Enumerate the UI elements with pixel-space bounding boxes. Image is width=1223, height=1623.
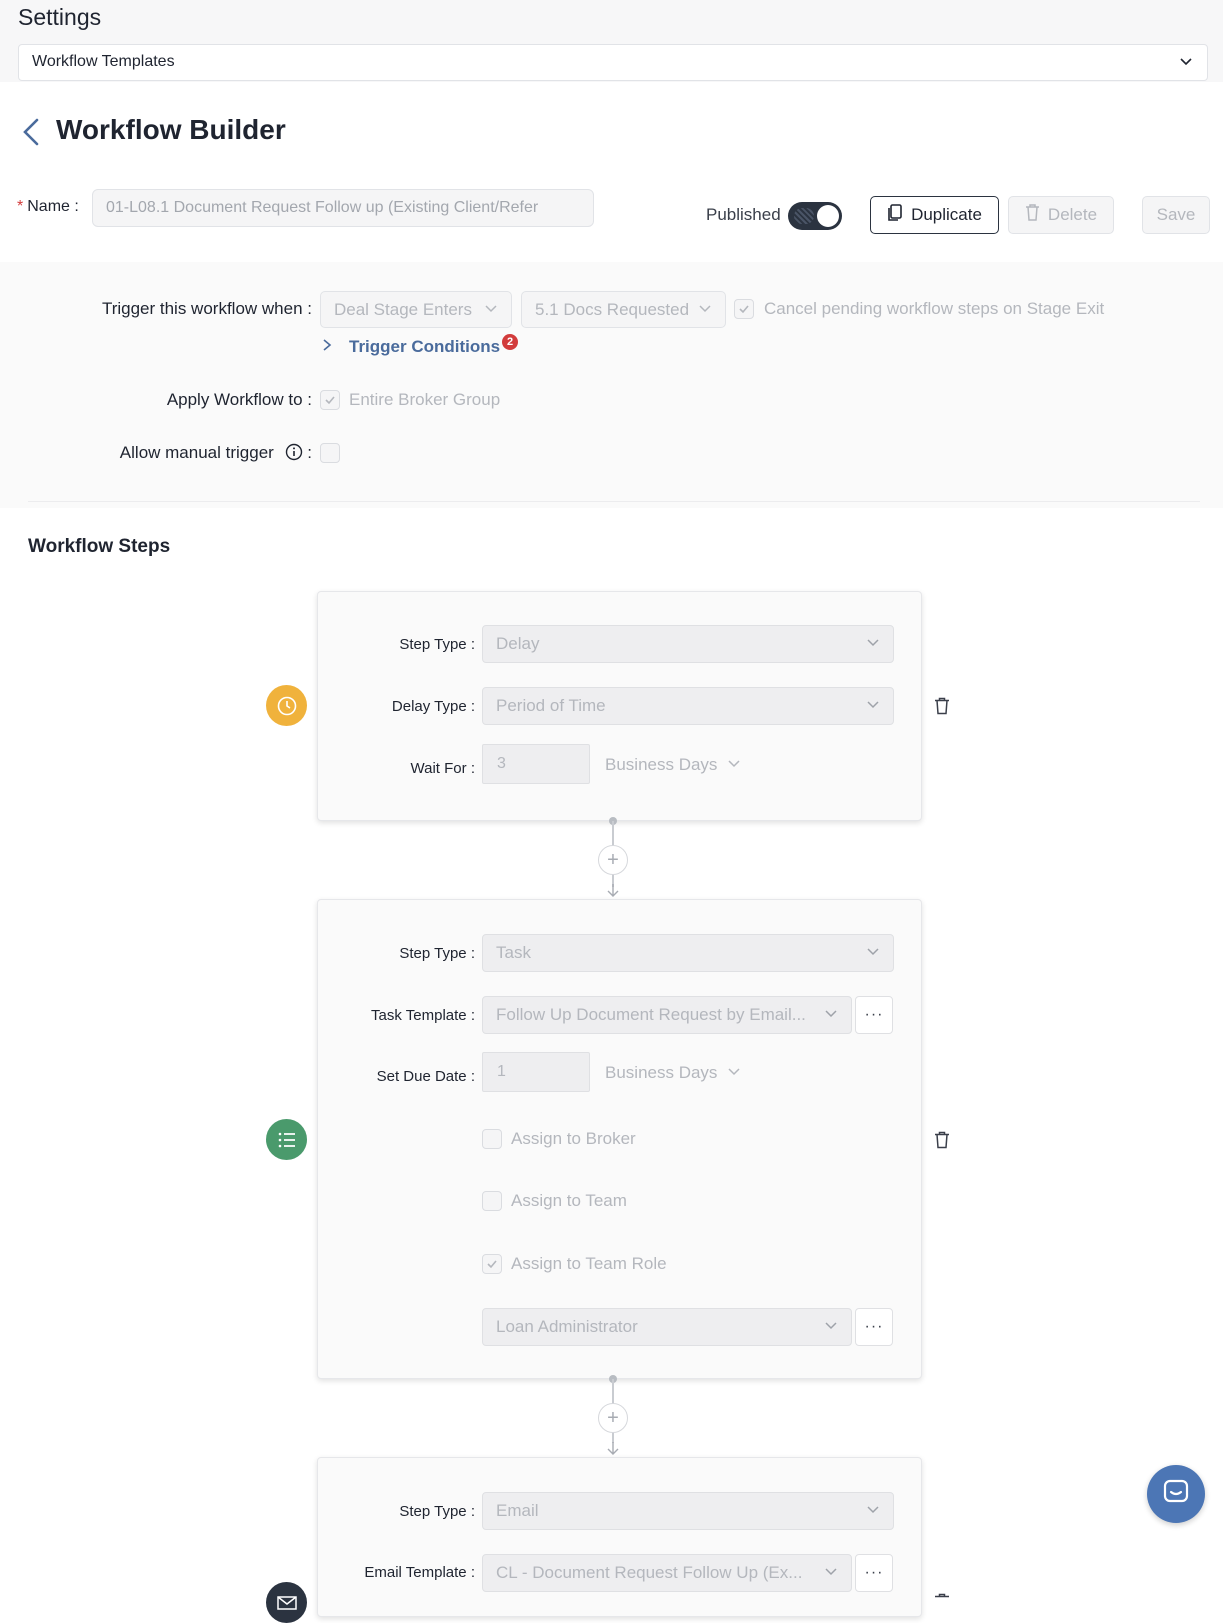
chevron-down-icon bbox=[866, 696, 880, 716]
wait-for-input[interactable]: 3 bbox=[482, 744, 590, 784]
chevron-down-icon bbox=[727, 1063, 741, 1083]
add-step-button[interactable]: + bbox=[598, 1403, 628, 1433]
trash-icon[interactable] bbox=[934, 697, 950, 720]
save-button[interactable]: Save bbox=[1142, 196, 1210, 234]
task-template-select[interactable]: Follow Up Document Request by Email... bbox=[482, 996, 852, 1034]
assign-broker-label: Assign to Broker bbox=[511, 1129, 636, 1148]
delay-type-value: Period of Time bbox=[496, 696, 606, 715]
toggle-track-pattern bbox=[794, 208, 814, 224]
step-type-select[interactable]: Task bbox=[482, 934, 894, 972]
trigger-conditions-link[interactable]: Trigger Conditions bbox=[349, 337, 500, 357]
wait-unit-value: Business Days bbox=[605, 755, 718, 774]
due-date-label: Set Due Date : bbox=[376, 1068, 475, 1085]
delay-type-label: Delay Type : bbox=[391, 698, 475, 715]
assign-team-role-label: Assign to Team Role bbox=[511, 1254, 667, 1273]
chevron-down-icon bbox=[824, 1005, 838, 1025]
task-template-value: Follow Up Document Request by Email... bbox=[496, 1005, 806, 1024]
clock-icon bbox=[266, 685, 307, 726]
trigger-event-select[interactable]: Deal Stage Enters bbox=[320, 291, 512, 328]
chevron-down-icon bbox=[866, 1501, 880, 1521]
back-arrow-icon[interactable] bbox=[20, 118, 42, 151]
step-card-email bbox=[317, 1457, 922, 1617]
chevron-right-icon[interactable] bbox=[320, 338, 334, 357]
chevron-down-icon bbox=[698, 300, 712, 320]
chat-icon bbox=[1162, 1478, 1190, 1511]
assign-broker-checkbox[interactable] bbox=[482, 1129, 502, 1149]
trigger-conditions-badge: 2 bbox=[502, 334, 518, 350]
page-title: Workflow Builder bbox=[56, 114, 286, 145]
chevron-down-icon bbox=[866, 634, 880, 654]
add-step-button[interactable]: + bbox=[598, 845, 628, 875]
settings-section-select[interactable]: Workflow Templates bbox=[18, 44, 1208, 81]
name-label: * Name : bbox=[17, 198, 79, 215]
chevron-down-icon bbox=[727, 755, 741, 775]
manual-trigger-checkbox[interactable] bbox=[320, 443, 340, 463]
wait-for-label: Wait For : bbox=[410, 760, 475, 777]
step-type-select[interactable]: Email bbox=[482, 1492, 894, 1530]
step-type-label: Step Type : bbox=[399, 1503, 475, 1520]
step-type-value: Email bbox=[496, 1501, 539, 1520]
task-list-icon bbox=[266, 1119, 307, 1160]
toggle-knob bbox=[817, 205, 839, 227]
step-type-value: Delay bbox=[496, 634, 540, 653]
duplicate-label: Duplicate bbox=[911, 205, 982, 224]
section-divider bbox=[28, 501, 1200, 502]
page-heading: Settings bbox=[18, 4, 102, 30]
step-type-select[interactable]: Delay bbox=[482, 625, 894, 663]
more-options-button[interactable]: ··· bbox=[855, 996, 893, 1034]
email-template-value: CL - Document Request Follow Up (Ex... bbox=[496, 1563, 803, 1582]
delay-type-select[interactable]: Period of Time bbox=[482, 687, 894, 725]
copy-icon bbox=[887, 203, 903, 227]
manual-trigger-label: Allow manual trigger : bbox=[60, 443, 312, 466]
assign-team-role-checkbox[interactable] bbox=[482, 1254, 502, 1274]
duplicate-button[interactable]: Duplicate bbox=[870, 196, 999, 234]
assign-team-checkbox[interactable] bbox=[482, 1191, 502, 1211]
apply-label: Apply Workflow to : bbox=[166, 390, 312, 409]
chevron-down-icon bbox=[866, 943, 880, 963]
trigger-stage-select[interactable]: 5.1 Docs Requested bbox=[521, 291, 726, 328]
due-unit-select[interactable]: Business Days bbox=[605, 1063, 741, 1083]
trash-icon bbox=[1025, 204, 1040, 226]
due-date-input[interactable]: 1 bbox=[482, 1052, 590, 1092]
trash-icon[interactable] bbox=[934, 1590, 950, 1608]
chevron-down-icon bbox=[824, 1563, 838, 1583]
team-role-select[interactable]: Loan Administrator bbox=[482, 1308, 852, 1346]
more-options-button[interactable]: ··· bbox=[855, 1554, 893, 1592]
assign-team-label: Assign to Team bbox=[511, 1191, 627, 1210]
task-template-label: Task Template : bbox=[371, 1007, 475, 1024]
required-asterisk: * bbox=[17, 198, 24, 215]
settings-section-value: Workflow Templates bbox=[32, 53, 175, 70]
team-role-value: Loan Administrator bbox=[496, 1317, 638, 1336]
delete-button[interactable]: Delete bbox=[1008, 196, 1114, 234]
published-label: Published bbox=[706, 205, 781, 224]
chat-launcher-button[interactable] bbox=[1147, 1465, 1205, 1523]
wait-unit-select[interactable]: Business Days bbox=[605, 755, 741, 775]
workflow-name-input[interactable]: 01-L08.1 Document Request Follow up (Exi… bbox=[92, 189, 594, 227]
delete-label: Delete bbox=[1047, 205, 1098, 224]
chevron-down-icon bbox=[1179, 54, 1193, 73]
cancel-pending-label: Cancel pending workflow steps on Stage E… bbox=[764, 299, 1105, 318]
info-icon[interactable] bbox=[285, 443, 303, 466]
cancel-pending-checkbox[interactable] bbox=[734, 299, 754, 319]
trigger-label: Trigger this workflow when : bbox=[101, 299, 312, 318]
workflow-steps-title: Workflow Steps bbox=[28, 536, 171, 557]
due-unit-value: Business Days bbox=[605, 1063, 718, 1082]
trash-icon[interactable] bbox=[934, 1131, 950, 1154]
chevron-down-icon bbox=[824, 1317, 838, 1337]
email-icon bbox=[266, 1582, 307, 1623]
step-type-value: Task bbox=[496, 943, 531, 962]
published-toggle[interactable] bbox=[788, 202, 842, 230]
email-template-select[interactable]: CL - Document Request Follow Up (Ex... bbox=[482, 1554, 852, 1592]
step-type-label: Step Type : bbox=[399, 636, 475, 653]
more-options-button[interactable]: ··· bbox=[855, 1308, 893, 1346]
entire-broker-group-label: Entire Broker Group bbox=[349, 390, 501, 409]
email-template-label: Email Template : bbox=[364, 1564, 475, 1581]
trigger-event-value: Deal Stage Enters bbox=[334, 299, 472, 319]
step-type-label: Step Type : bbox=[399, 945, 475, 962]
chevron-down-icon bbox=[484, 300, 498, 320]
entire-broker-group-checkbox[interactable] bbox=[320, 390, 340, 410]
trigger-stage-value: 5.1 Docs Requested bbox=[535, 299, 690, 319]
